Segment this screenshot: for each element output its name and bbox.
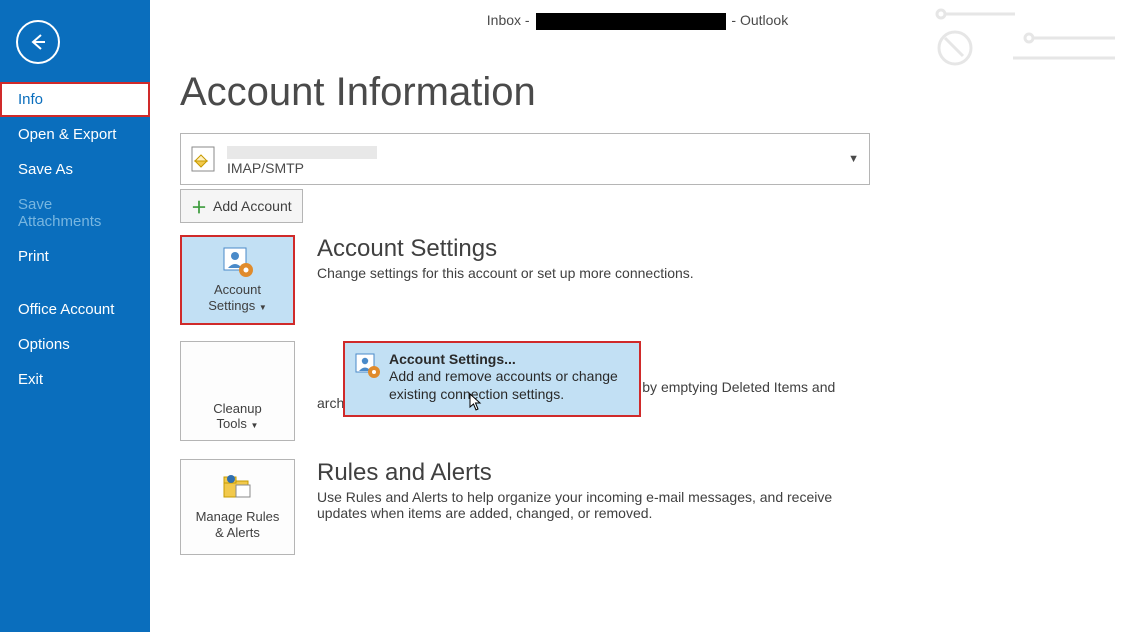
popup-desc: Add and remove accounts or change existi…	[389, 367, 629, 403]
account-settings-heading: Account Settings	[317, 235, 1095, 263]
chevron-down-icon: ▼	[251, 421, 259, 430]
manage-rules-btn-line2: & Alerts	[215, 525, 260, 540]
nav-open-export[interactable]: Open & Export	[0, 117, 150, 152]
account-settings-desc: Change settings for this account or set …	[317, 265, 877, 281]
account-email-redacted	[227, 146, 377, 159]
folder-alert-icon	[222, 473, 254, 505]
person-gear-icon	[355, 353, 381, 379]
nav-office-account[interactable]: Office Account	[0, 292, 150, 327]
rules-desc: Use Rules and Alerts to help organize yo…	[317, 489, 877, 521]
chevron-down-icon: ▼	[848, 153, 859, 165]
nav-options[interactable]: Options	[0, 327, 150, 362]
page-title: Account Information	[180, 70, 1095, 115]
rules-heading: Rules and Alerts	[317, 459, 1095, 487]
manage-rules-btn-line1: Manage Rules	[196, 509, 280, 524]
nav-info[interactable]: Info	[0, 82, 150, 117]
manage-rules-button[interactable]: Manage Rules & Alerts	[180, 459, 295, 555]
back-arrow-icon	[27, 31, 49, 53]
account-settings-btn-line1: Account	[214, 282, 261, 297]
plus-icon: ＋	[191, 194, 207, 218]
title-suffix: - Outlook	[731, 12, 788, 28]
mail-account-icon	[191, 143, 219, 175]
nav-save-as[interactable]: Save As	[0, 152, 150, 187]
nav-print[interactable]: Print	[0, 239, 150, 274]
add-account-label: Add Account	[213, 198, 292, 214]
cleanup-tools-button[interactable]: Cleanup Tools ▼	[180, 341, 295, 441]
person-gear-icon	[222, 246, 254, 278]
account-settings-menu-item[interactable]: Account Settings... Add and remove accou…	[343, 341, 641, 417]
backstage-sidebar: Info Open & Export Save As Save Attachme…	[0, 0, 150, 632]
account-protocol: IMAP/SMTP	[227, 160, 848, 176]
popup-title: Account Settings...	[389, 351, 629, 367]
account-settings-button[interactable]: Account Settings ▼	[180, 235, 295, 325]
window-title: Inbox - - Outlook	[180, 0, 1095, 36]
cleanup-tools-btn-line2: Tools	[217, 416, 247, 431]
nav-save-attachments: Save Attachments	[0, 187, 150, 239]
add-account-button[interactable]: ＋ Add Account	[180, 189, 303, 223]
account-settings-btn-line2: Settings	[208, 298, 255, 313]
nav-exit[interactable]: Exit	[0, 362, 150, 397]
title-prefix: Inbox -	[487, 12, 534, 28]
cleanup-tools-btn-line1: Cleanup	[213, 401, 261, 416]
main-content: Inbox - - Outlook Account Information	[150, 0, 1125, 632]
account-selector[interactable]: IMAP/SMTP ▼	[180, 133, 870, 185]
title-email-redacted	[536, 13, 726, 30]
back-button[interactable]	[16, 20, 60, 64]
chevron-down-icon: ▼	[259, 303, 267, 312]
